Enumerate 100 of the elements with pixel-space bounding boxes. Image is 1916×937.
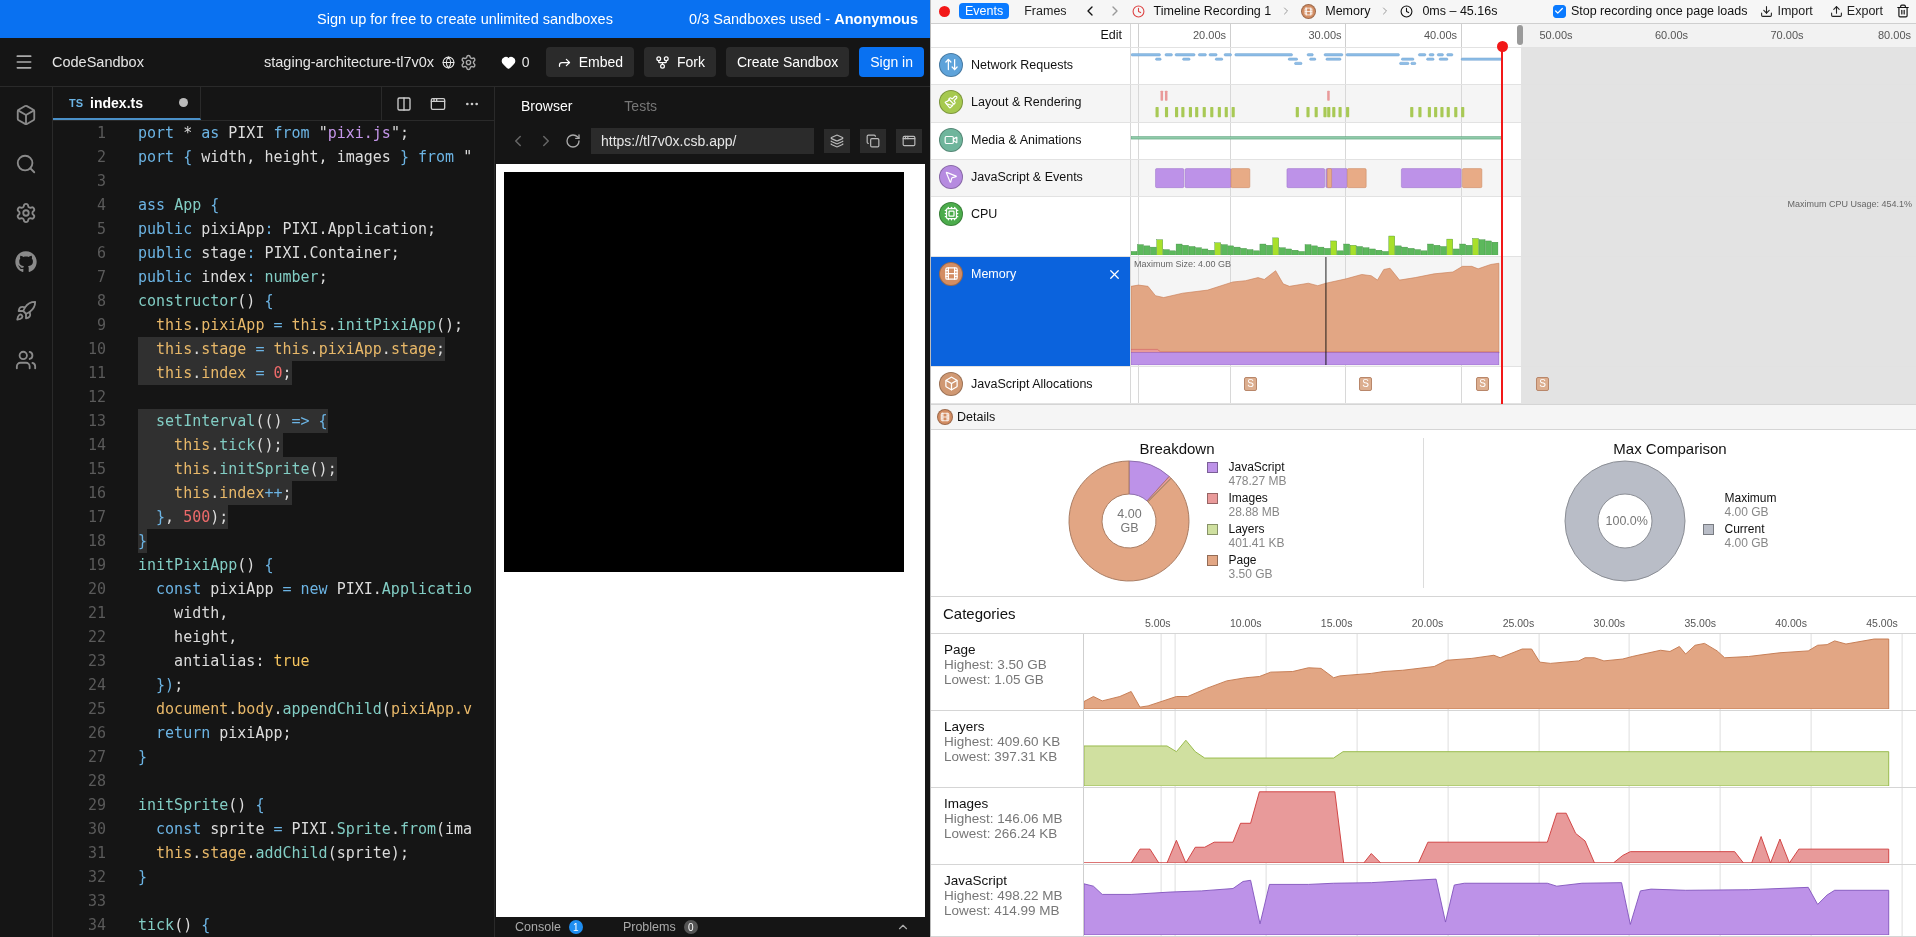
record-button[interactable] [939, 5, 950, 17]
line-number: 26 [86, 724, 106, 742]
line-number: 21 [86, 604, 106, 622]
time-tick: 45.00s [1866, 616, 1899, 629]
line-number: 1 [95, 124, 106, 142]
legend-value: 478.27 MB [1228, 474, 1287, 489]
settings-icon[interactable] [459, 53, 477, 71]
url-field[interactable]: https://tl7v0x.csb.app/ [591, 128, 814, 154]
legend-label: Maximum [1724, 491, 1777, 506]
upload-icon [1829, 4, 1843, 18]
header-button[interactable]: Embed [545, 47, 634, 77]
legend-value: 3.50 GB [1228, 567, 1274, 582]
mode-tab[interactable]: Events [959, 3, 1010, 20]
bottom-panel-tab[interactable]: Console 1 [515, 920, 583, 934]
download-icon [1760, 4, 1774, 18]
code-line: const sprite = PIXI.Sprite.from(ima [155, 819, 473, 840]
time-tick: 10.00s [1229, 616, 1263, 629]
selected-track-row[interactable]: Memory Maximum Size: 4.00 GB [931, 256, 1916, 367]
code-line: ass App { [138, 195, 220, 216]
count-badge: 0 [683, 920, 698, 934]
line-number: 33 [86, 892, 106, 910]
legend-label: Layers [1228, 522, 1266, 537]
line-number: 20 [86, 580, 106, 598]
split-icon[interactable] [396, 95, 412, 112]
line-number: 17 [86, 508, 106, 526]
category-highest: Highest: 3.50 GB [944, 657, 1048, 672]
time-tick: 20.00s [1411, 616, 1445, 629]
time-tick: 5.00s [1144, 616, 1172, 629]
count-badge: 1 [568, 920, 583, 934]
header-button[interactable]: Fork [644, 47, 716, 77]
playhead[interactable] [1496, 40, 1508, 404]
time-tick: 20.00s [1192, 28, 1227, 41]
line-number: 29 [86, 796, 106, 814]
checkbox[interactable] [1552, 4, 1566, 18]
like-button[interactable]: 0 [500, 54, 530, 70]
track-label[interactable]: CPU [971, 201, 998, 226]
track-note: Maximum Size: 4.00 GB [1134, 258, 1232, 269]
legend-value: 4.00 GB [1724, 536, 1770, 551]
line-number: 31 [86, 844, 106, 862]
edit-label[interactable]: Edit [1100, 28, 1122, 43]
legend-value: 4.00 GB [1724, 505, 1770, 520]
sandbox-title: staging-architecture-tl7v0x [264, 54, 435, 70]
brand-name: CodeSandbox [52, 54, 144, 70]
line-number: 15 [86, 460, 106, 478]
category-name: Images [944, 796, 990, 811]
line-number: 34 [86, 916, 106, 934]
line-number: 24 [86, 676, 106, 694]
track-label[interactable]: Network Requests [971, 52, 1074, 77]
sandbox-usage: 0/3 Sandboxes used - Anonymous [689, 11, 918, 27]
track-label[interactable]: JavaScript Allocations [971, 371, 1093, 396]
menu-icon[interactable] [14, 52, 34, 72]
toolbar-action[interactable]: Import [1756, 4, 1817, 19]
code-line: public index: number; [138, 267, 328, 288]
range-handle[interactable] [1517, 24, 1523, 45]
panel-tab[interactable]: Browser [495, 97, 599, 114]
track-label[interactable]: Memory [971, 261, 1017, 286]
line-number: 32 [86, 868, 106, 886]
toolbar-action[interactable]: Export [1825, 4, 1887, 19]
line-number: 4 [95, 196, 106, 214]
preview-icon[interactable] [430, 95, 446, 112]
panel-tab[interactable]: Tests [598, 97, 684, 114]
mode-tab[interactable]: Frames [1018, 3, 1073, 20]
file-tab[interactable]: TS index.ts [53, 87, 201, 120]
cube-icon[interactable] [15, 104, 37, 126]
breadcrumb[interactable]: Memory [1325, 4, 1371, 19]
time-tick: 15.00s [1320, 616, 1354, 629]
track-label[interactable]: Media & Animations [971, 127, 1082, 152]
window-icon[interactable] [896, 129, 922, 153]
chart-title: Max Comparison [1613, 439, 1727, 457]
copy-icon[interactable] [860, 129, 886, 153]
time-tick: 50.00s [1539, 28, 1574, 41]
categories-title: Categories [942, 603, 1017, 624]
code-line: initPixiApp() { [138, 555, 274, 576]
time-tick: 40.00s [1775, 616, 1808, 629]
category-highest: Highest: 409.60 KB [944, 734, 1062, 749]
code-line: initSprite() { [138, 795, 265, 816]
users-icon[interactable] [15, 349, 37, 371]
rocket-icon[interactable] [15, 300, 37, 322]
line-number: 16 [86, 484, 106, 502]
trash-icon[interactable] [1896, 4, 1910, 19]
line-number: 5 [95, 220, 106, 238]
time-tick: 25.00s [1502, 616, 1536, 629]
category-lowest: Lowest: 266.24 KB [944, 826, 1059, 841]
search-icon[interactable] [15, 153, 37, 175]
code-line: antialias: true [173, 651, 310, 672]
track-label[interactable]: JavaScript & Events [971, 164, 1083, 189]
cat-logo-icon[interactable] [15, 251, 37, 273]
header-button[interactable]: Sign in [859, 47, 924, 77]
bottom-panel-tab[interactable]: Problems 0 [622, 920, 698, 934]
track-note: Maximum CPU Usage: 454.1% [1787, 198, 1912, 209]
line-number: 18 [86, 532, 106, 550]
reload-icon[interactable] [565, 133, 581, 149]
code-line: tick() { [138, 915, 211, 936]
breadcrumb[interactable]: 0ms – 45.16s [1422, 4, 1498, 19]
breadcrumb[interactable]: Timeline Recording 1 [1153, 4, 1272, 19]
legend-value: 401.41 KB [1228, 536, 1286, 551]
time-tick: 40.00s [1423, 28, 1458, 41]
settings-icon[interactable] [15, 202, 37, 224]
track-label[interactable]: Layout & Rendering [971, 89, 1082, 114]
header-button[interactable]: Create Sandbox [726, 47, 850, 77]
